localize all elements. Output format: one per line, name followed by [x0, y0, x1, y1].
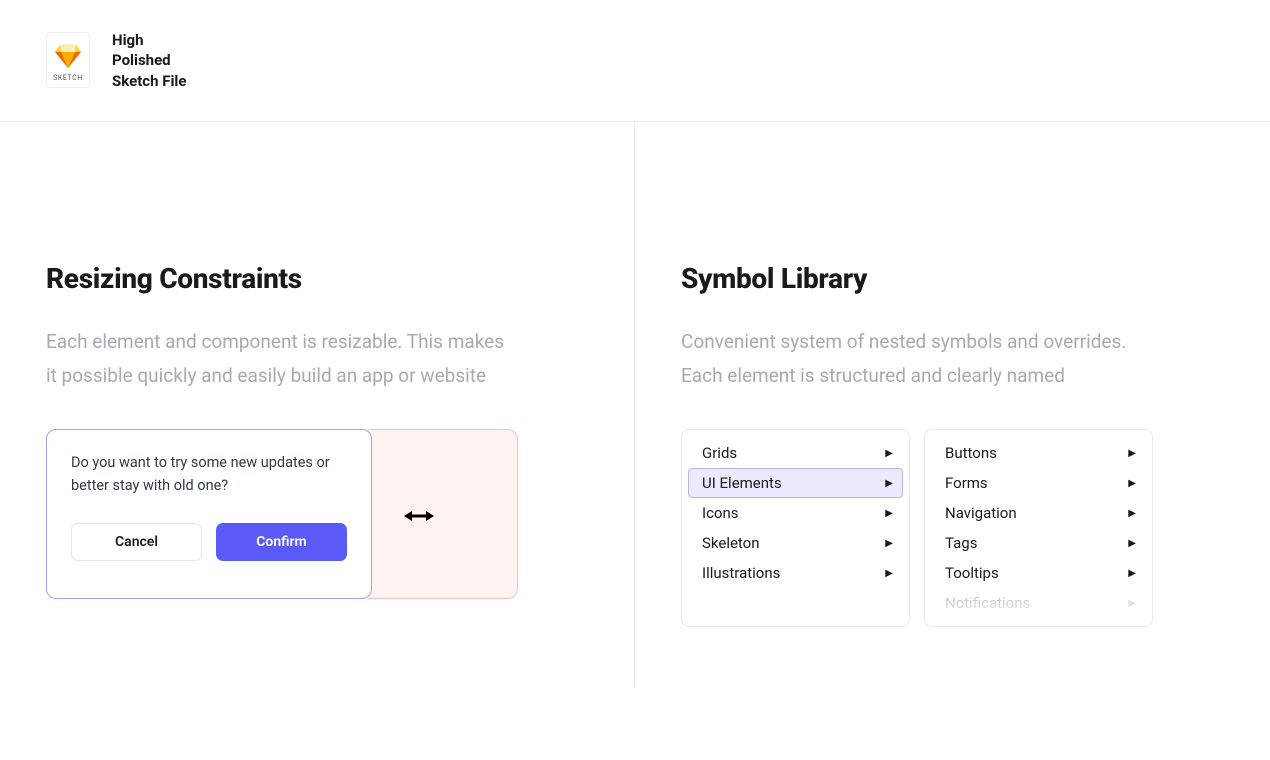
symbol-library-title: Symbol Library [681, 262, 1224, 295]
lib-item-label: Forms [945, 474, 988, 492]
resizing-title: Resizing Constraints [46, 262, 588, 295]
header-title-line2: Polished [112, 50, 187, 70]
lib-item-label: UI Elements [702, 474, 782, 492]
chevron-right-icon: ▶ [885, 508, 893, 519]
page-header: SKETCH High Polished Sketch File [0, 0, 1270, 122]
symbol-library-desc: Convenient system of nested symbols and … [681, 325, 1141, 393]
dialog-buttons: Cancel Confirm [71, 523, 347, 561]
header-title-line1: High [112, 30, 187, 50]
chevron-right-icon: ▶ [1128, 568, 1136, 579]
chevron-right-icon: ▶ [1128, 508, 1136, 519]
dialog-text: Do you want to try some new updates or b… [71, 452, 331, 497]
resize-dialog: Do you want to try some new updates or b… [46, 429, 372, 599]
lib-item-grids[interactable]: Grids ▶ [688, 438, 903, 468]
chevron-right-icon: ▶ [1128, 448, 1136, 459]
sketch-file-label: SKETCH [53, 74, 83, 82]
lib-item-label: Skeleton [702, 534, 760, 552]
lib-item-tooltips[interactable]: Tooltips ▶ [931, 558, 1146, 588]
sketch-file-icon: SKETCH [46, 32, 90, 88]
header-title-line3: Sketch File [112, 71, 187, 91]
lib-item-label: Buttons [945, 444, 997, 462]
chevron-right-icon: ▶ [885, 538, 893, 549]
header-title: High Polished Sketch File [112, 30, 187, 91]
library-panel-2: Buttons ▶ Forms ▶ Navigation ▶ Tags ▶ To… [924, 429, 1153, 627]
chevron-right-icon: ▶ [885, 568, 893, 579]
symbol-library-section: Symbol Library Convenient system of nest… [635, 122, 1270, 687]
chevron-right-icon: ▶ [885, 448, 893, 459]
lib-item-label: Tooltips [945, 564, 999, 582]
lib-item-ui-elements[interactable]: UI Elements ▶ [688, 468, 903, 498]
chevron-right-icon: ▶ [1128, 478, 1136, 489]
main-content: Resizing Constraints Each element and co… [0, 122, 1270, 687]
confirm-button[interactable]: Confirm [216, 523, 347, 561]
resize-arrow-icon [404, 501, 434, 529]
resize-overlay [368, 429, 518, 599]
resizing-desc: Each element and component is resizable.… [46, 325, 506, 393]
lib-item-label: Navigation [945, 504, 1017, 522]
lib-item-icons[interactable]: Icons ▶ [688, 498, 903, 528]
lib-item-label: Grids [702, 444, 737, 462]
lib-item-label: Tags [945, 534, 977, 552]
sketch-diamond-icon [55, 44, 81, 68]
resizing-section: Resizing Constraints Each element and co… [0, 122, 635, 687]
lib-item-tags[interactable]: Tags ▶ [931, 528, 1146, 558]
lib-item-navigation[interactable]: Navigation ▶ [931, 498, 1146, 528]
library-panel-1: Grids ▶ UI Elements ▶ Icons ▶ Skeleton ▶… [681, 429, 910, 627]
chevron-right-icon: ▶ [885, 478, 893, 489]
lib-item-label: Notifications [945, 594, 1030, 612]
cancel-button[interactable]: Cancel [71, 523, 202, 561]
lib-item-forms[interactable]: Forms ▶ [931, 468, 1146, 498]
library-lists: Grids ▶ UI Elements ▶ Icons ▶ Skeleton ▶… [681, 429, 1224, 627]
chevron-right-icon: ▶ [1128, 538, 1136, 549]
lib-item-label: Icons [702, 504, 739, 522]
lib-item-skeleton[interactable]: Skeleton ▶ [688, 528, 903, 558]
chevron-right-icon: ▶ [1128, 598, 1136, 609]
lib-item-label: Illustrations [702, 564, 780, 582]
lib-item-notifications[interactable]: Notifications ▶ [931, 588, 1146, 618]
resize-demo: Do you want to try some new updates or b… [46, 429, 521, 601]
lib-item-buttons[interactable]: Buttons ▶ [931, 438, 1146, 468]
lib-item-illustrations[interactable]: Illustrations ▶ [688, 558, 903, 588]
